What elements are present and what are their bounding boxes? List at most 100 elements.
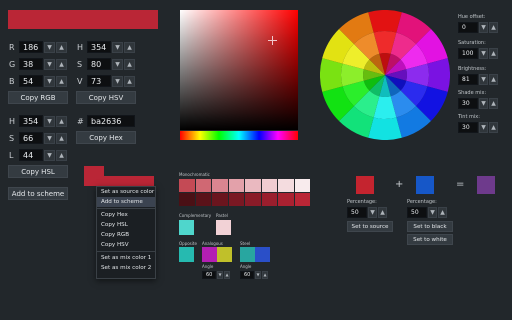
menu-item-add-to-scheme[interactable]: Add to scheme — [97, 197, 155, 207]
g-input[interactable]: 38 — [19, 58, 43, 70]
hsv-h-increment-button[interactable]: ▲ — [124, 42, 135, 53]
steel-swatch-2[interactable] — [255, 247, 270, 262]
b-decrement-button[interactable]: ▼ — [44, 76, 55, 87]
menu-item-copy-hex[interactable]: Copy Hex — [97, 210, 155, 220]
saturation-input[interactable]: 100 — [458, 48, 478, 59]
percentage-1-increment-button[interactable]: ▲ — [378, 207, 387, 218]
steel-swatch-1[interactable] — [240, 247, 255, 262]
menu-item-set-as-mix-color-1[interactable]: Set as mix color 1 — [97, 253, 155, 263]
steel-angle-input[interactable]: 60 — [240, 271, 254, 279]
hsl-h-decrement-button[interactable]: ▼ — [44, 116, 55, 127]
menu-item-set-as-mix-color-2[interactable]: Set as mix color 2 — [97, 263, 155, 273]
set-to-white-button[interactable]: Set to white — [407, 234, 453, 245]
saturation-value-picker[interactable] — [180, 10, 298, 130]
copy-hsv-button[interactable]: Copy HSV — [76, 91, 136, 104]
brightness-decrement-button[interactable]: ▼ — [479, 74, 488, 85]
set-to-source-button[interactable]: Set to source — [347, 221, 393, 232]
mono-swatch[interactable] — [278, 179, 294, 192]
b-increment-button[interactable]: ▲ — [56, 76, 67, 87]
g-decrement-button[interactable]: ▼ — [44, 59, 55, 70]
r-increment-button[interactable]: ▲ — [56, 42, 67, 53]
mono-swatch[interactable] — [294, 179, 310, 192]
copy-rgb-button[interactable]: Copy RGB — [8, 91, 68, 104]
mono-swatch[interactable] — [228, 179, 244, 192]
analogous-angle-decrement-button[interactable]: ▼ — [217, 271, 223, 279]
mono-swatch[interactable] — [212, 193, 228, 206]
percentage-1-decrement-button[interactable]: ▼ — [368, 207, 377, 218]
hsv-v-decrement-button[interactable]: ▼ — [112, 76, 123, 87]
complementary-swatch[interactable] — [179, 220, 194, 235]
set-to-black-button[interactable]: Set to black — [407, 221, 453, 232]
r-decrement-button[interactable]: ▼ — [44, 42, 55, 53]
copy-hex-button[interactable]: Copy Hex — [76, 131, 136, 144]
color-wheel[interactable] — [320, 10, 450, 140]
hsl-s-decrement-button[interactable]: ▼ — [44, 133, 55, 144]
brightness-increment-button[interactable]: ▲ — [489, 74, 498, 85]
mono-swatch[interactable] — [245, 193, 261, 206]
shade-mix-input[interactable]: 30 — [458, 98, 478, 109]
hsl-l-increment-button[interactable]: ▲ — [56, 150, 67, 161]
hue-offset-input[interactable]: 0 — [458, 22, 478, 33]
hsl-l-input[interactable]: 44 — [19, 149, 43, 161]
hsl-s-increment-button[interactable]: ▲ — [56, 133, 67, 144]
color-wheel-graphic[interactable] — [320, 10, 450, 140]
picker-crosshair-icon[interactable] — [268, 36, 277, 45]
hsl-h-increment-button[interactable]: ▲ — [56, 116, 67, 127]
tint-mix-increment-button[interactable]: ▲ — [489, 122, 498, 133]
mono-swatch[interactable] — [179, 193, 195, 206]
shade-mix-increment-button[interactable]: ▲ — [489, 98, 498, 109]
menu-item-copy-hsv[interactable]: Copy HSV — [97, 240, 155, 250]
hex-input[interactable]: ba2636 — [87, 115, 135, 127]
mono-swatch[interactable] — [278, 193, 294, 206]
b-input[interactable]: 54 — [19, 75, 43, 87]
hue-slider[interactable] — [180, 131, 298, 140]
percentage-2-input[interactable]: 50 — [407, 207, 427, 218]
hue-offset-decrement-button[interactable]: ▼ — [479, 22, 488, 33]
mix-result-swatch[interactable] — [477, 176, 495, 194]
hsl-h-input[interactable]: 354 — [19, 115, 43, 127]
mix-color-2-swatch[interactable] — [416, 176, 434, 194]
add-to-scheme-button[interactable]: Add to scheme — [8, 187, 68, 200]
wheel-segment[interactable] — [427, 58, 450, 92]
tint-mix-input[interactable]: 30 — [458, 122, 478, 133]
percentage-2-increment-button[interactable]: ▲ — [438, 207, 447, 218]
mix-color-1-swatch[interactable] — [356, 176, 374, 194]
wheel-segment[interactable] — [368, 10, 402, 33]
menu-item-copy-hsl[interactable]: Copy HSL — [97, 220, 155, 230]
analogous-swatch-2[interactable] — [217, 247, 232, 262]
wheel-segment[interactable] — [368, 117, 402, 140]
hsl-l-decrement-button[interactable]: ▼ — [44, 150, 55, 161]
analogous-angle-increment-button[interactable]: ▲ — [224, 271, 230, 279]
hsv-h-input[interactable]: 354 — [87, 41, 111, 53]
mono-swatch[interactable] — [294, 193, 310, 206]
mono-swatch[interactable] — [195, 193, 211, 206]
percentage-2-decrement-button[interactable]: ▼ — [428, 207, 437, 218]
menu-item-copy-rgb[interactable]: Copy RGB — [97, 230, 155, 240]
pastel-swatch[interactable] — [216, 220, 231, 235]
saturation-increment-button[interactable]: ▲ — [489, 48, 498, 59]
brightness-input[interactable]: 81 — [458, 74, 478, 85]
mono-swatch[interactable] — [212, 179, 228, 192]
shade-mix-decrement-button[interactable]: ▼ — [479, 98, 488, 109]
mono-swatch[interactable] — [261, 179, 277, 192]
steel-angle-decrement-button[interactable]: ▼ — [255, 271, 261, 279]
hsv-h-decrement-button[interactable]: ▼ — [112, 42, 123, 53]
hue-offset-increment-button[interactable]: ▲ — [489, 22, 498, 33]
hsl-s-input[interactable]: 66 — [19, 132, 43, 144]
saturation-decrement-button[interactable]: ▼ — [479, 48, 488, 59]
mono-swatch[interactable] — [228, 193, 244, 206]
hsv-s-decrement-button[interactable]: ▼ — [112, 59, 123, 70]
copy-hsl-button[interactable]: Copy HSL — [8, 165, 68, 178]
g-increment-button[interactable]: ▲ — [56, 59, 67, 70]
mono-swatch[interactable] — [245, 179, 261, 192]
wheel-segment[interactable] — [320, 58, 343, 92]
mono-swatch[interactable] — [179, 179, 195, 192]
percentage-1-input[interactable]: 50 — [347, 207, 367, 218]
hsv-s-input[interactable]: 80 — [87, 58, 111, 70]
mono-swatch[interactable] — [261, 193, 277, 206]
analogous-swatch-1[interactable] — [202, 247, 217, 262]
opposite-swatch[interactable] — [179, 247, 194, 262]
menu-item-set-as-source-color[interactable]: Set as source color — [97, 187, 155, 197]
tint-mix-decrement-button[interactable]: ▼ — [479, 122, 488, 133]
steel-angle-increment-button[interactable]: ▲ — [262, 271, 268, 279]
